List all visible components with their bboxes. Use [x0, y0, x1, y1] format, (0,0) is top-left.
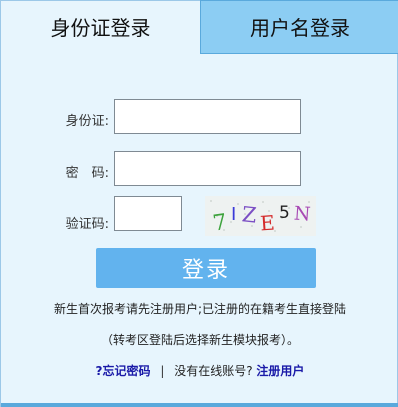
id-number-input[interactable] — [114, 99, 301, 134]
transfer-note: （转考区登陆后选择新生模块报考）。 — [100, 333, 299, 347]
link-separator: | — [160, 364, 165, 378]
id-label: 身份证: — [65, 114, 109, 129]
login-button[interactable]: 登录 — [96, 248, 316, 288]
footer-links: ?忘记密码 | 没有在线账号? 注册用户 — [1, 362, 398, 379]
captcha-image[interactable]: 7 I Z E 5 N — [205, 196, 316, 236]
svg-text:N: N — [293, 203, 311, 226]
captcha-input[interactable] — [114, 196, 182, 231]
svg-text:5: 5 — [279, 203, 290, 223]
tab-username-login[interactable]: 用户名登录 — [200, 0, 398, 54]
tab-id-login[interactable]: 身份证登录 — [1, 0, 200, 54]
captcha-label: 验证码: — [65, 217, 109, 232]
instruction-text: 新生首次报考请先注册用户;已注册的在籍考生直接登陆 — [53, 302, 347, 316]
password-label: 密 码: — [65, 166, 109, 181]
captcha-graphic: 7 I Z E 5 N — [205, 196, 316, 236]
svg-text:Z: Z — [241, 202, 258, 227]
svg-text:I: I — [231, 204, 236, 225]
register-link[interactable]: 注册用户 — [256, 364, 304, 378]
bottom-border — [1, 403, 398, 407]
login-tabs: 身份证登录 用户名登录 — [1, 0, 398, 54]
login-panel: 身份证登录 用户名登录 身份证: 密 码: 验证码: 7 I Z E 5 N 登… — [0, 0, 398, 407]
password-input[interactable] — [114, 151, 301, 186]
no-account-text: 没有在线账号? — [174, 364, 253, 378]
svg-text:E: E — [259, 210, 275, 235]
forgot-password-link[interactable]: ?忘记密码 — [96, 364, 151, 378]
